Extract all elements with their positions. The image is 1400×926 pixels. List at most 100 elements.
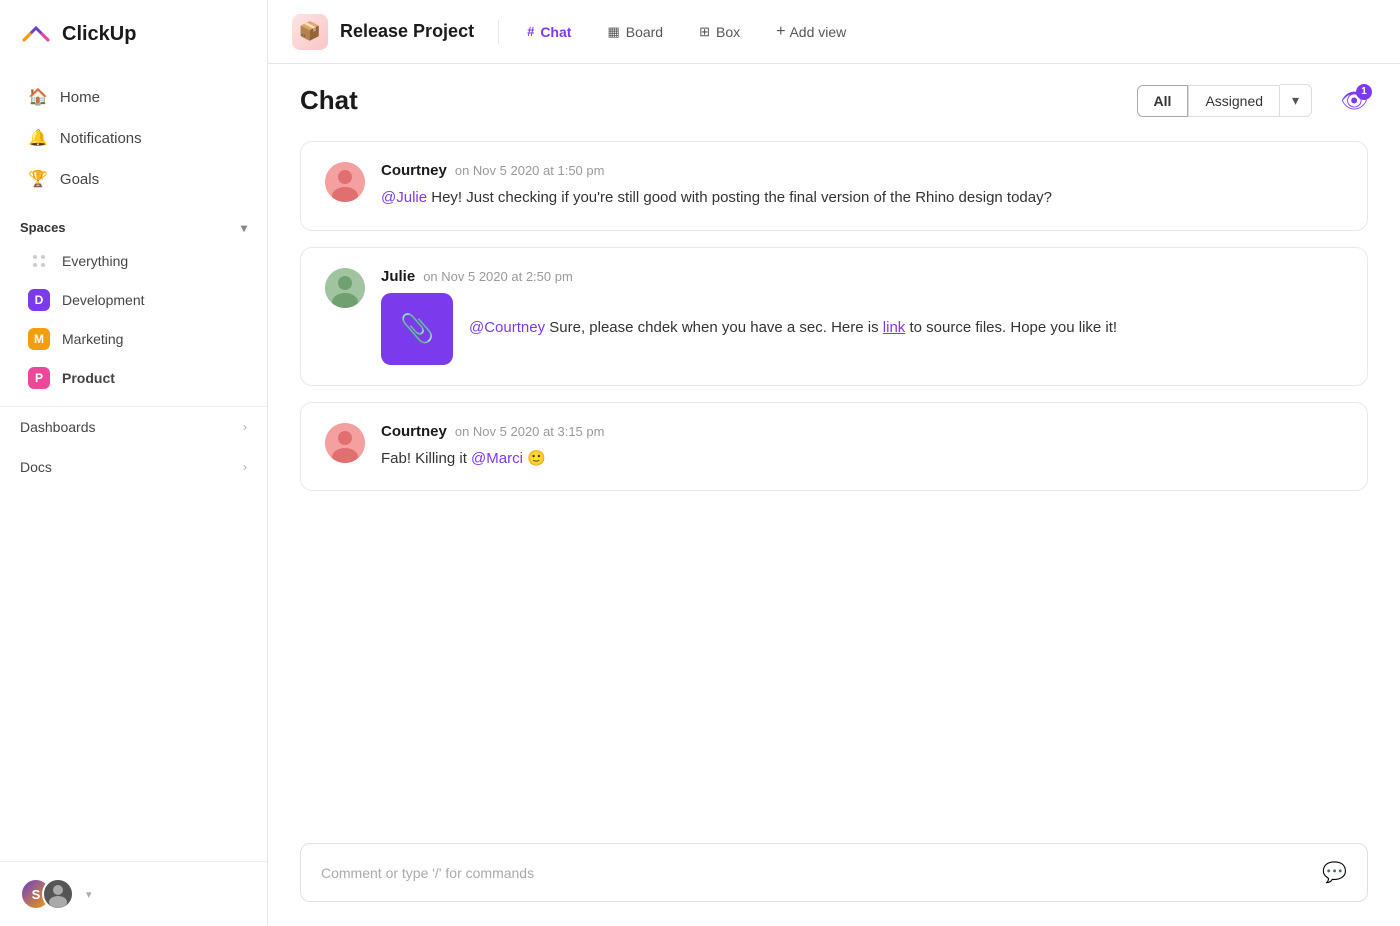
docs-chevron-icon: › xyxy=(243,460,247,474)
project-icon: 📦 xyxy=(292,14,328,50)
home-icon: 🏠 xyxy=(28,87,48,107)
logo: ClickUp xyxy=(0,0,267,68)
sidebar-item-marketing-label: Marketing xyxy=(62,331,123,347)
pre-text: Sure, please chdek when you have a sec. … xyxy=(545,319,883,336)
message-text: @Julie Hey! Just checking if you're stil… xyxy=(381,187,1343,210)
chat-filters: All Assigned ▾ xyxy=(1137,84,1313,117)
paperclip-icon: 📎 xyxy=(400,312,435,345)
sidebar-footer: S ▾ xyxy=(0,861,267,926)
sidebar-item-goals[interactable]: 🏆 Goals xyxy=(8,159,259,199)
watch-badge: 1 xyxy=(1356,84,1372,100)
filter-assigned-button[interactable]: Assigned xyxy=(1188,85,1280,117)
tab-chat[interactable]: # Chat xyxy=(515,18,583,46)
attachment-row: 📎 @Courtney Sure, please chdek when you … xyxy=(381,293,1343,365)
topbar-divider xyxy=(498,20,499,44)
product-badge: P xyxy=(28,367,50,389)
comment-bubble-icon: 💬 xyxy=(1322,860,1347,885)
message-time: on Nov 5 2020 at 2:50 pm xyxy=(423,269,573,284)
tab-box-label: Box xyxy=(716,24,740,40)
message-header: Courtney on Nov 5 2020 at 3:15 pm xyxy=(381,423,1343,440)
message-author: Julie xyxy=(381,268,415,285)
mention-julie: @Julie xyxy=(381,189,427,206)
courtney-avatar-2 xyxy=(325,423,365,463)
sidebar-item-marketing[interactable]: M Marketing xyxy=(8,320,259,358)
courtney-avatar xyxy=(325,162,365,202)
chevron-down-icon: ▾ xyxy=(1292,92,1299,109)
sidebar-item-product-label: Product xyxy=(62,370,115,386)
messages-area: Courtney on Nov 5 2020 at 1:50 pm @Julie… xyxy=(268,133,1400,831)
message-time: on Nov 5 2020 at 1:50 pm xyxy=(455,163,605,178)
clickup-logo-icon xyxy=(20,18,52,50)
sidebar-item-everything-label: Everything xyxy=(62,253,128,269)
sidebar-item-notifications-label: Notifications xyxy=(60,130,142,147)
message-author: Courtney xyxy=(381,162,447,179)
sidebar-item-home[interactable]: 🏠 Home xyxy=(8,77,259,117)
spaces-list: Everything D Development M Marketing P P… xyxy=(0,241,267,398)
sidebar-item-product[interactable]: P Product xyxy=(8,359,259,397)
pre-text-3: Fab! Killing it xyxy=(381,450,471,467)
logo-text: ClickUp xyxy=(62,23,136,46)
tab-board[interactable]: ▦ Board xyxy=(595,18,675,46)
watch-button[interactable]: 👁 1 xyxy=(1340,88,1368,114)
development-badge: D xyxy=(28,289,50,311)
emoji-3: 🙂 xyxy=(527,450,546,467)
tab-chat-label: Chat xyxy=(540,24,571,40)
julie-avatar xyxy=(325,268,365,308)
attachment-link[interactable]: link xyxy=(883,319,906,336)
sidebar-item-dashboards[interactable]: Dashboards › xyxy=(0,407,267,447)
sidebar-nav: 🏠 Home 🔔 Notifications 🏆 Goals xyxy=(0,68,267,208)
project-title: Release Project xyxy=(340,21,474,42)
hash-icon: # xyxy=(527,24,534,39)
add-view-label: Add view xyxy=(789,24,846,40)
bell-icon: 🔔 xyxy=(28,128,48,148)
mention-courtney: @Courtney xyxy=(469,319,545,336)
box-icon: ⊞ xyxy=(699,24,710,40)
filter-dropdown[interactable]: ▾ xyxy=(1280,84,1312,117)
trophy-icon: 🏆 xyxy=(28,169,48,189)
attachment-text: @Courtney Sure, please chdek when you ha… xyxy=(469,317,1117,340)
avatar-m xyxy=(42,878,74,910)
sidebar-item-docs[interactable]: Docs › xyxy=(0,447,267,487)
spaces-header[interactable]: Spaces ▾ xyxy=(0,208,267,241)
sidebar-item-development-label: Development xyxy=(62,292,145,308)
marketing-badge: M xyxy=(28,328,50,350)
chat-title: Chat xyxy=(300,85,358,116)
message-time: on Nov 5 2020 at 3:15 pm xyxy=(455,424,605,439)
add-icon: + xyxy=(776,23,785,41)
sidebar-item-development[interactable]: D Development xyxy=(8,281,259,319)
comment-input-area[interactable]: Comment or type '/' for commands 💬 xyxy=(300,843,1368,902)
tab-box[interactable]: ⊞ Box xyxy=(687,18,752,46)
message-content: Julie on Nov 5 2020 at 2:50 pm 📎 @Courtn… xyxy=(381,268,1343,365)
comment-placeholder: Comment or type '/' for commands xyxy=(321,865,534,881)
user-caret-icon[interactable]: ▾ xyxy=(86,888,92,901)
sidebar: ClickUp 🏠 Home 🔔 Notifications 🏆 Goals S… xyxy=(0,0,268,926)
message-text: Fab! Killing it @Marci 🙂 xyxy=(381,448,1343,471)
board-icon: ▦ xyxy=(607,24,619,40)
message-card: Julie on Nov 5 2020 at 2:50 pm 📎 @Courtn… xyxy=(300,247,1368,386)
filter-all-button[interactable]: All xyxy=(1137,85,1189,117)
message-body-0: Hey! Just checking if you're still good … xyxy=(427,189,1052,206)
add-view-button[interactable]: + Add view xyxy=(764,17,858,47)
spaces-chevron-icon: ▾ xyxy=(241,221,247,235)
message-card: Courtney on Nov 5 2020 at 3:15 pm Fab! K… xyxy=(300,402,1368,492)
chat-header: Chat All Assigned ▾ 👁 1 xyxy=(268,64,1400,133)
mention-marci: @Marci xyxy=(471,450,523,467)
sidebar-item-notifications[interactable]: 🔔 Notifications xyxy=(8,118,259,158)
everything-icon xyxy=(28,250,50,272)
sidebar-item-everything[interactable]: Everything xyxy=(8,242,259,280)
message-author: Courtney xyxy=(381,423,447,440)
docs-label: Docs xyxy=(20,459,52,475)
sidebar-item-goals-label: Goals xyxy=(60,171,99,188)
post-text: to source files. Hope you like it! xyxy=(905,319,1117,336)
message-header: Courtney on Nov 5 2020 at 1:50 pm xyxy=(381,162,1343,179)
message-header: Julie on Nov 5 2020 at 2:50 pm xyxy=(381,268,1343,285)
chat-container: Chat All Assigned ▾ 👁 1 xyxy=(268,64,1400,926)
topbar: 📦 Release Project # Chat ▦ Board ⊞ Box +… xyxy=(268,0,1400,64)
main-content: 📦 Release Project # Chat ▦ Board ⊞ Box +… xyxy=(268,0,1400,926)
dashboards-chevron-icon: › xyxy=(243,420,247,434)
message-content: Courtney on Nov 5 2020 at 3:15 pm Fab! K… xyxy=(381,423,1343,471)
sidebar-item-home-label: Home xyxy=(60,89,100,106)
user-avatars[interactable]: S xyxy=(20,878,74,910)
message-content: Courtney on Nov 5 2020 at 1:50 pm @Julie… xyxy=(381,162,1343,210)
attachment-thumbnail: 📎 xyxy=(381,293,453,365)
